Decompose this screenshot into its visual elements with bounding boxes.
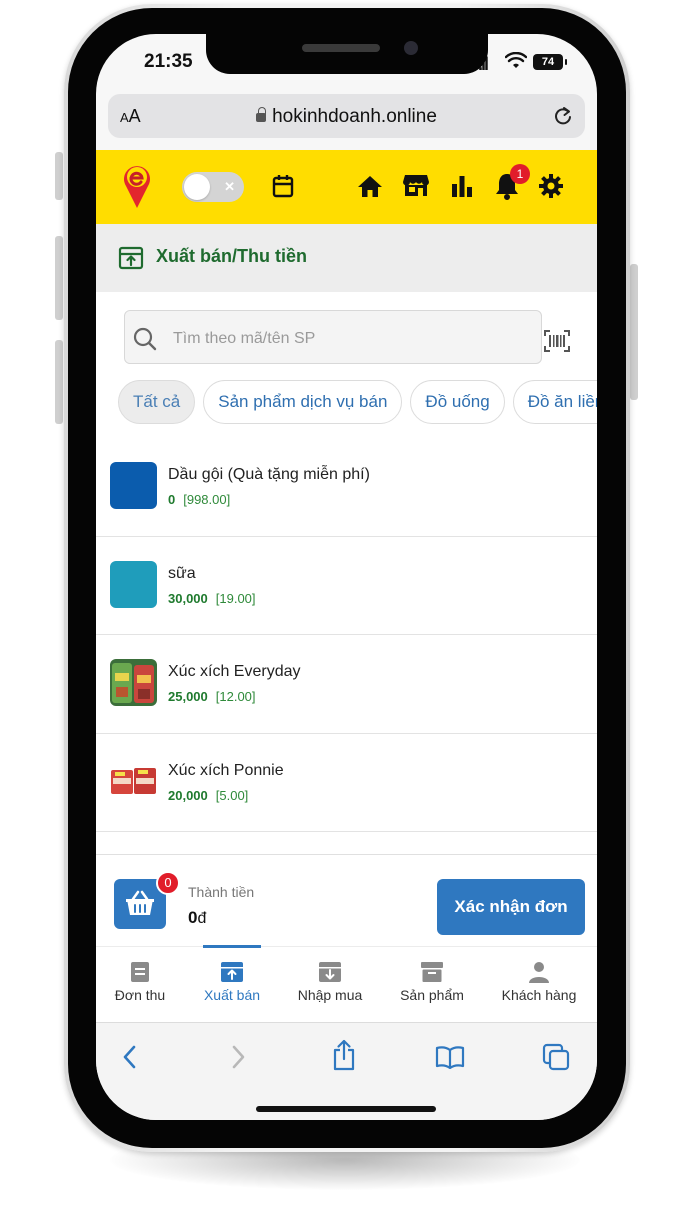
tab-label: Nhập mua (297, 987, 363, 1003)
currency-symbol: đ (197, 910, 207, 927)
category-chip-drinks[interactable]: Đồ uống (410, 380, 505, 424)
category-chip-all[interactable]: Tất cả (118, 380, 196, 424)
confirm-order-button[interactable]: Xác nhận đơn (437, 879, 585, 935)
search-input[interactable]: Tìm theo mã/tên SP (124, 310, 542, 364)
tab-customers[interactable]: Khách hàng (496, 947, 582, 1023)
reload-icon[interactable] (553, 105, 573, 127)
product-list: Dầu gội (Quà tặng miễn phí) 0 [998.00] sữ… (96, 438, 597, 832)
product-meta: 30,000 [19.00] (168, 591, 256, 606)
export-box-icon (118, 246, 144, 270)
wifi-icon (505, 52, 527, 68)
app-logo-icon[interactable] (122, 162, 152, 210)
product-stock: [5.00] (215, 787, 249, 803)
tab-orders[interactable]: Đơn thu (106, 947, 174, 1023)
app-header: ✕ 1 (96, 150, 597, 224)
tab-products[interactable]: Sản phẩm (394, 947, 470, 1023)
cart-count-badge: 0 (156, 871, 180, 895)
product-row[interactable]: Xúc xích Everyday 25,000 [12.00] (96, 635, 597, 734)
home-indicator[interactable] (256, 1106, 436, 1112)
user-icon (529, 962, 549, 983)
main-content: Tìm theo mã/tên SP Tất cả Sản phẩm dịch v… (96, 292, 597, 854)
forward-icon[interactable] (228, 1043, 248, 1071)
product-thumbnail (110, 659, 157, 706)
product-name: Xúc xích Everyday (168, 663, 301, 680)
product-stock: [12.00] (215, 689, 256, 704)
share-icon[interactable] (331, 1039, 357, 1071)
store-icon[interactable] (402, 173, 430, 197)
product-stock: [998.00] (183, 492, 231, 507)
export-box-icon (221, 962, 243, 982)
total-label: Thành tiền (188, 884, 255, 900)
checkout-bar: 0 Thành tiền 0đ Xác nhận đơn (96, 854, 597, 946)
settings-gear-icon[interactable] (539, 174, 563, 198)
receipt-icon (131, 962, 149, 982)
sausage-pack-image (110, 659, 157, 706)
phone-mockup: 21:35 .ıl 74 AA hokinhdoanh.online (0, 0, 683, 1221)
product-name: Dầu gội (Quà tặng miễn phí) (168, 466, 370, 483)
barcode-scan-icon[interactable] (544, 330, 570, 352)
product-meta: 0 [998.00] (168, 492, 230, 507)
notch (206, 34, 488, 74)
url-field[interactable]: hokinhdoanh.online (108, 106, 585, 128)
tools-icon: ✕ (224, 179, 235, 194)
product-stock: [19.00] (215, 590, 256, 606)
tab-purchase[interactable]: Nhập mua (292, 947, 368, 1023)
product-row[interactable]: sữa 30,000 [19.00] (96, 537, 597, 635)
bookmarks-icon[interactable] (435, 1045, 465, 1069)
bar-chart-icon[interactable] (450, 174, 474, 198)
product-thumbnail (110, 462, 157, 509)
product-row[interactable]: Dầu gội (Quà tặng miễn phí) 0 [998.00] (96, 438, 597, 537)
home-icon[interactable] (357, 174, 383, 198)
search-icon (133, 327, 157, 351)
phone-screen: 21:35 .ıl 74 AA hokinhdoanh.online (96, 34, 597, 1120)
category-filter: Tất cả Sản phẩm dịch vụ bán Đồ uống Đồ ăn l… (118, 380, 597, 426)
product-thumbnail (110, 560, 157, 608)
notification-badge: 1 (510, 164, 530, 184)
browser-address-bar[interactable]: AA hokinhdoanh.online (108, 94, 585, 138)
volume-down-button (55, 340, 63, 424)
product-price: 25,000 (168, 689, 208, 704)
product-thumbnail (110, 757, 157, 805)
product-name: sữa (168, 564, 196, 582)
sausage-pack-image (110, 757, 157, 805)
tab-label: Sản phẩm (400, 987, 464, 1003)
total-amount: 0đ (188, 908, 206, 928)
battery-icon: 74 (533, 54, 567, 70)
back-icon[interactable] (120, 1043, 140, 1071)
import-box-icon (319, 962, 341, 982)
mode-toggle[interactable]: ✕ (182, 172, 244, 202)
tab-label: Đơn thu (114, 987, 166, 1003)
status-time: 21:35 (144, 51, 193, 72)
category-chip-instant-food[interactable]: Đồ ăn liền (512, 380, 597, 424)
calendar-icon[interactable] (272, 174, 294, 198)
speaker (302, 44, 380, 52)
tab-label: Khách hàng (501, 987, 577, 1003)
product-row[interactable]: Xúc xích Ponnie 20,000 [5.00] (96, 734, 597, 832)
page-header: Xuất bán/Thu tiền (96, 224, 597, 292)
mute-switch (55, 152, 63, 200)
tabs-icon[interactable] (542, 1043, 570, 1071)
tab-label: Xuất bán (203, 987, 261, 1003)
bottom-tab-bar: Đơn thu Xuất bán Nhập mua Sản phẩm Khách… (96, 945, 597, 1023)
search-placeholder: Tìm theo mã/tên SP (173, 330, 316, 347)
product-price: 0 (168, 492, 176, 507)
product-meta: 20,000 [5.00] (168, 788, 248, 803)
product-meta: 25,000 [12.00] (168, 689, 256, 704)
category-chip-services[interactable]: Sản phẩm dịch vụ bán (203, 380, 403, 424)
product-price: 20,000 (168, 787, 208, 803)
volume-up-button (55, 236, 63, 320)
lock-icon (256, 107, 267, 122)
url-text: hokinhdoanh.online (272, 106, 437, 127)
product-price: 30,000 (168, 590, 208, 606)
archive-icon (421, 962, 443, 982)
product-name: Xúc xích Ponnie (168, 761, 284, 779)
power-button (630, 264, 638, 400)
toggle-knob (184, 174, 210, 200)
page-title: Xuất bán/Thu tiền (156, 246, 307, 266)
front-camera (404, 41, 418, 55)
tab-sell[interactable]: Xuất bán (196, 947, 268, 1023)
